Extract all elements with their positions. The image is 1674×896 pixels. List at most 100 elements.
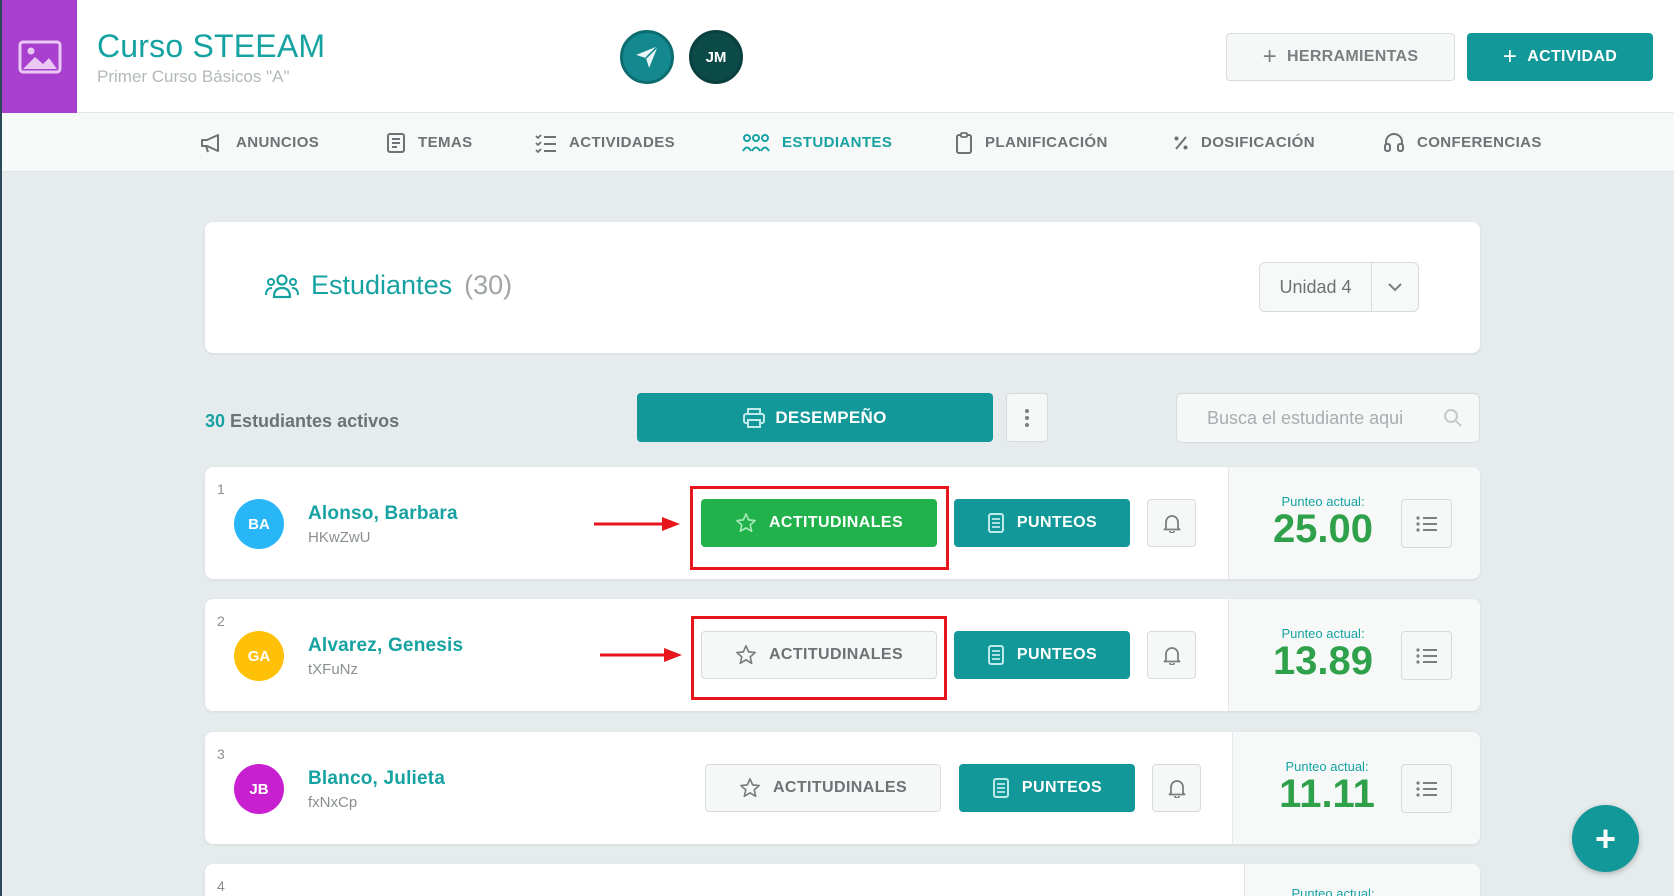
tab-label: CONFERENCIAS [1417,134,1542,151]
users-icon [265,273,299,298]
current-score: 25.00 [1272,507,1374,551]
list-icon [1415,515,1437,532]
tab-anuncios[interactable]: ANUNCIOS [200,113,319,172]
student-count: (30) [464,270,513,300]
unit-select-value: Unidad 4 [1260,263,1372,311]
student-index: 4 [217,878,225,894]
student-card: 4 Punteo actual: [205,864,1480,896]
unit-select[interactable]: Unidad 4 [1259,262,1419,312]
list-icon [1415,780,1437,797]
active-students-summary: 30 Estudiantes activos [205,411,399,432]
tab-label: TEMAS [418,134,473,151]
student-index: 1 [217,481,225,497]
tab-label: ESTUDIANTES [782,134,893,151]
active-count-label: Estudiantes activos [230,411,400,431]
search-icon [1444,409,1462,427]
tab-label: ANUNCIOS [236,134,320,151]
plus-icon: + [1594,817,1617,859]
notify-button[interactable] [1147,631,1196,679]
top-header: Curso STEEAM Primer Curso Básicos "A" JM… [0,0,1674,113]
paper-plane-icon [636,45,659,68]
tab-dosificacion[interactable]: DOSIFICACIÓN [1173,113,1315,172]
score-area: Punteo actual: [1244,864,1480,896]
percent-icon [1174,135,1188,150]
attitudinal-button[interactable]: ACTITUDINALES [705,764,941,812]
tools-button[interactable]: + HERRAMIENTAS [1226,33,1455,81]
book-icon [387,132,405,153]
performance-label: DESEMPEÑO [775,407,887,427]
course-nav: ANUNCIOS TEMAS ACTIVIDADES ESTUDIANTES P… [0,113,1674,172]
printer-icon [743,407,766,428]
student-name[interactable]: Blanco, Julieta [308,768,445,790]
send-message-button[interactable] [620,30,674,84]
page-title: Estudiantes (30) [265,270,512,301]
checklist-icon [535,133,556,153]
details-button[interactable] [1401,631,1452,680]
scores-button[interactable]: PUNTEOS [959,764,1135,812]
plus-icon: + [1502,43,1518,70]
panel-title-text: Estudiantes [311,270,453,300]
scores-label: PUNTEOS [1021,779,1103,796]
notify-button[interactable] [1147,499,1196,547]
scores-label: PUNTEOS [1016,514,1098,531]
tab-planificacion[interactable]: PLANIFICACIÓN [955,113,1108,172]
tab-conferencias[interactable]: CONFERENCIAS [1383,113,1542,172]
book-icon [987,513,1004,533]
avatar: BA [234,499,284,549]
scores-button[interactable]: PUNTEOS [954,631,1130,679]
students-panel: Estudiantes (30) Unidad 4 [205,222,1480,353]
current-score: 11.11 [1279,772,1375,816]
tab-estudiantes[interactable]: ESTUDIANTES [742,113,892,172]
student-index: 3 [217,746,225,762]
user-avatar[interactable]: JM [689,30,743,84]
more-options-button[interactable] [1006,393,1048,442]
scores-button[interactable]: PUNTEOS [954,499,1130,547]
score-area: Punteo actual: 25.00 [1228,467,1480,579]
current-score: 13.89 [1272,639,1374,683]
active-count-number: 30 [205,411,226,431]
bell-icon [1163,647,1180,665]
activity-label: ACTIVIDAD [1527,48,1618,65]
headset-icon [1384,132,1404,152]
book-icon [987,645,1004,665]
avatar: GA [234,631,284,681]
avatar: JB [234,764,284,814]
student-name[interactable]: Alvarez, Genesis [308,635,463,657]
details-button[interactable] [1401,499,1452,548]
add-activity-button[interactable]: + ACTIVIDAD [1467,33,1653,81]
highlight-box [690,486,949,570]
tools-label: HERRAMIENTAS [1287,48,1419,65]
tab-label: ACTIVIDADES [569,134,676,151]
window-edge [0,0,2,896]
student-code: tXFuNz [308,661,359,678]
book-icon [992,778,1009,798]
star-icon [739,778,760,798]
attitudinal-label: ACTITUDINALES [772,779,908,796]
student-code: fxNxCp [308,794,358,811]
student-card: 3 JB Blanco, Julieta fxNxCp ACTITUDINALE… [205,732,1480,844]
search-input[interactable] [1207,407,1417,429]
student-name[interactable]: Alonso, Barbara [308,503,458,525]
score-area: Punteo actual: 11.11 [1232,732,1480,844]
add-fab-button[interactable]: + [1572,805,1639,872]
chevron-down-icon [1372,263,1418,311]
tab-label: PLANIFICACIÓN [985,134,1108,151]
megaphone-icon [201,133,219,152]
score-label: Punteo actual: [1291,886,1375,896]
plus-icon: + [1262,43,1277,70]
notify-button[interactable] [1152,764,1201,812]
course-subtitle: Primer Curso Básicos "A" [97,67,290,86]
arrow-annotation [600,648,682,662]
course-image[interactable] [2,0,77,113]
tab-actividades[interactable]: ACTIVIDADES [535,113,675,172]
performance-button[interactable]: DESEMPEÑO [637,393,993,442]
student-code: HKwZwU [308,529,371,546]
student-search[interactable] [1176,393,1480,443]
highlight-box [691,616,947,700]
kebab-menu-icon [1025,408,1029,427]
image-icon [18,40,61,73]
details-button[interactable] [1401,764,1452,813]
students-icon [742,133,770,152]
arrow-annotation [594,517,680,531]
tab-temas[interactable]: TEMAS [386,113,473,172]
